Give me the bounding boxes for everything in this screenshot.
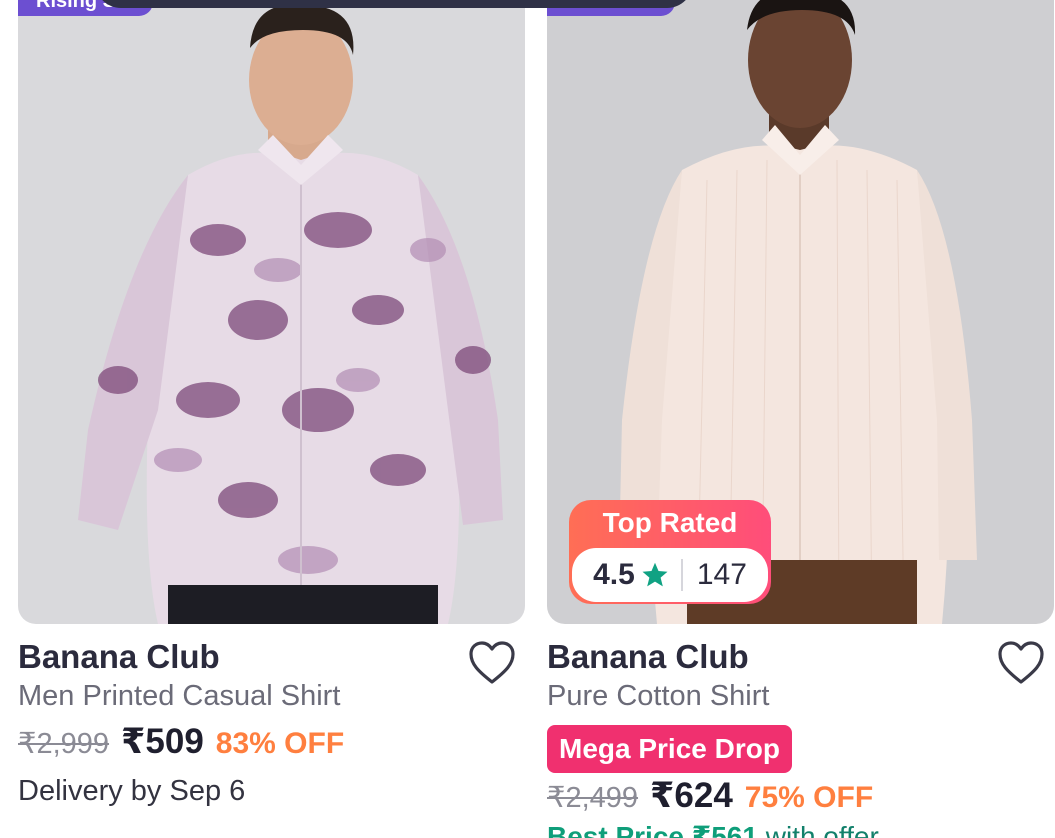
mrp-price: ₹2,499 — [547, 782, 639, 814]
top-overlay-pill — [95, 0, 693, 8]
best-price-info: Best Price ₹561 with offer — [547, 820, 879, 838]
rating-pill: 4.5 147 — [572, 548, 768, 602]
selling-price: ₹624 — [650, 776, 733, 815]
product-brand: Banana Club — [18, 638, 220, 675]
delivery-info: Delivery by Sep 6 — [18, 775, 246, 807]
product-image-1[interactable] — [18, 0, 525, 624]
product-card-2[interactable]: Banana Club Pure Cotton Shirt Mega Price… — [547, 0, 1054, 838]
top-rated-badge: Top Rated 4.5 147 — [569, 500, 771, 604]
selling-price: ₹509 — [121, 722, 204, 761]
star-icon — [642, 562, 668, 587]
top-rated-label: Top Rated — [602, 507, 738, 538]
rating-separator — [680, 559, 683, 591]
mega-price-drop-badge: Mega Price Drop — [547, 725, 792, 773]
wishlist-heart-icon[interactable] — [997, 640, 1045, 686]
discount-label: 75% OFF — [744, 781, 874, 814]
product-brand: Banana Club — [547, 638, 749, 675]
best-price-suffix: with offer — [757, 821, 879, 838]
product-title: Men Printed Casual Shirt — [18, 680, 341, 712]
product-card-1[interactable]: Rising St Banana Club Men Printed Casual… — [18, 0, 525, 838]
product-title: Pure Cotton Shirt — [547, 680, 770, 712]
rating-value: 4.5 — [593, 558, 635, 591]
price-row: ₹2,499 ₹624 75% OFF — [547, 776, 873, 816]
price-row: ₹2,999 ₹509 83% OFF — [18, 722, 344, 762]
wishlist-heart-icon[interactable] — [468, 640, 516, 686]
rating-count: 147 — [696, 558, 747, 591]
mrp-price: ₹2,999 — [18, 728, 110, 760]
discount-label: 83% OFF — [215, 727, 345, 760]
best-price-label: Best Price ₹561 — [547, 821, 758, 838]
